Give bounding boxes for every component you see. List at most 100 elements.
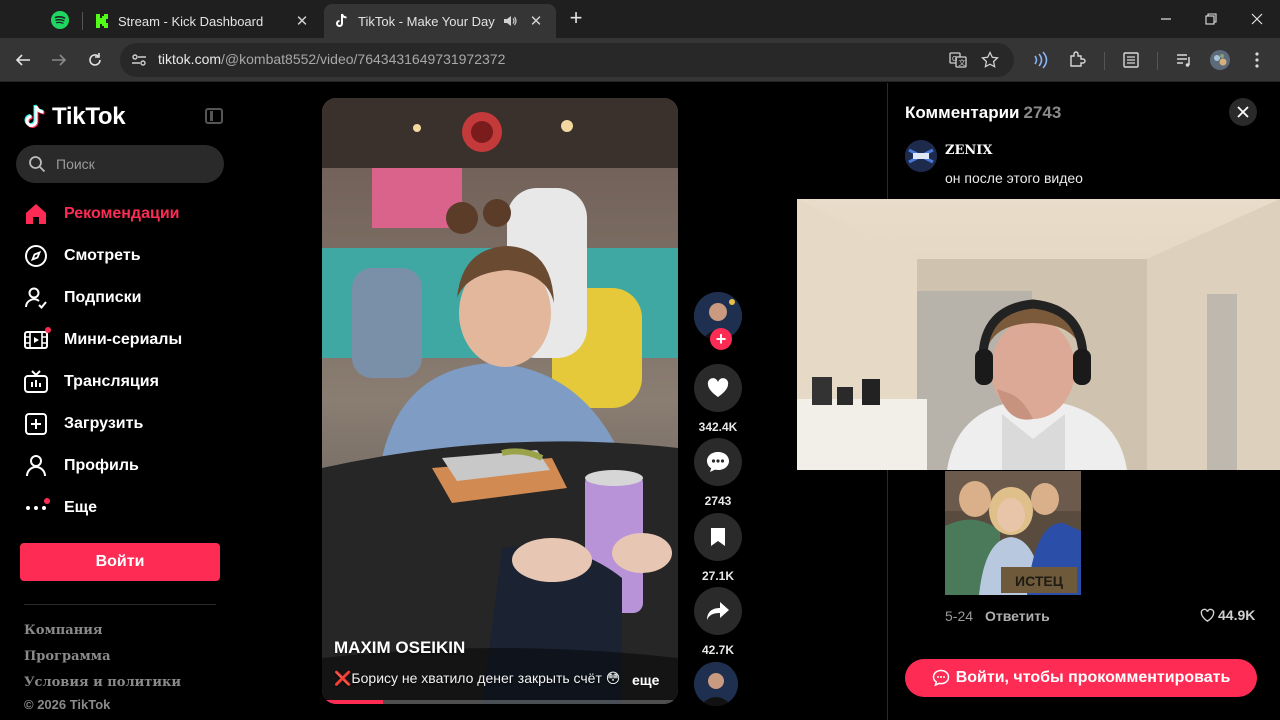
speaker-icon[interactable] bbox=[500, 11, 520, 31]
sidebar-item-label: Загрузить bbox=[64, 415, 144, 432]
reload-icon[interactable] bbox=[83, 48, 107, 72]
share-count: 42.7K bbox=[701, 643, 735, 657]
comment-date: 5-24 bbox=[945, 608, 974, 624]
tab-spotify[interactable] bbox=[43, 6, 77, 34]
reply-link[interactable]: Ответить bbox=[985, 608, 1050, 624]
footer-link-terms[interactable]: Условия и политики bbox=[24, 675, 181, 690]
sidebar-item-profile[interactable]: Профиль bbox=[0, 445, 240, 487]
comment-like-count: 44.9K bbox=[1218, 607, 1256, 623]
tiktok-logo[interactable]: TikTok bbox=[24, 103, 126, 131]
save-button[interactable]: 27.1K bbox=[694, 513, 742, 583]
browser-menu-icon[interactable] bbox=[1247, 50, 1267, 70]
login-button[interactable]: Войти bbox=[20, 543, 220, 581]
live-tv-icon bbox=[24, 370, 48, 394]
sidebar-item-live[interactable]: Трансляция bbox=[0, 361, 240, 403]
translate-icon[interactable]: G文 bbox=[948, 50, 968, 70]
notification-dot bbox=[45, 327, 51, 333]
commenter-username[interactable]: ZENIX bbox=[945, 143, 992, 158]
home-icon bbox=[24, 202, 48, 226]
video-progress-bar[interactable] bbox=[322, 700, 678, 704]
svg-text:文: 文 bbox=[959, 58, 966, 67]
collapse-sidebar-icon[interactable] bbox=[205, 108, 223, 124]
sidebar-divider bbox=[24, 604, 216, 605]
site-settings-icon[interactable] bbox=[130, 51, 148, 69]
video-player[interactable]: MAXIM OSEIKIN ❌Борису не хватило денег з… bbox=[322, 98, 678, 704]
tiktok-logo-text: TikTok bbox=[52, 103, 126, 130]
tab-tiktok[interactable]: TikTok - Make Your Day ✕ bbox=[324, 4, 556, 38]
bookmark-star-icon[interactable] bbox=[980, 50, 1000, 70]
login-to-comment-button[interactable]: Войти, чтобы прокомментировать bbox=[905, 659, 1257, 697]
toolbar-separator bbox=[1157, 52, 1158, 70]
reading-list-icon[interactable] bbox=[1121, 50, 1141, 70]
sidebar-item-explore[interactable]: Смотреть bbox=[0, 235, 240, 277]
window-close-icon[interactable] bbox=[1246, 8, 1268, 30]
new-tab-button[interactable]: + bbox=[565, 7, 587, 30]
search-input[interactable]: Поиск bbox=[16, 145, 224, 183]
webcam-overlay bbox=[797, 199, 1280, 470]
svg-text:G: G bbox=[952, 56, 957, 63]
comments-title-text: Комментарии bbox=[905, 103, 1020, 122]
tab-kick-dashboard[interactable]: Stream - Kick Dashboard ✕ bbox=[84, 4, 322, 38]
comment-image[interactable]: ИСТЕЦ bbox=[945, 471, 1081, 595]
share-button[interactable]: 42.7K bbox=[694, 587, 742, 657]
copyright-text: © 2026 TikTok bbox=[24, 697, 111, 712]
search-icon bbox=[29, 156, 46, 173]
profile-avatar-icon[interactable] bbox=[1210, 50, 1230, 70]
follow-plus-button[interactable]: + bbox=[710, 328, 732, 350]
video-author-name[interactable]: MAXIM OSEIKIN bbox=[334, 638, 465, 658]
sidebar-menu: Рекомендации Смотреть Подписки Мини-сери… bbox=[0, 193, 240, 529]
bookmark-icon bbox=[694, 513, 742, 561]
browser-tab-bar: Stream - Kick Dashboard ✕ TikTok - Make … bbox=[0, 0, 1280, 38]
url-text[interactable]: tiktok.com/@kombat8552/video/76434316497… bbox=[158, 51, 505, 67]
sidebar-item-label: Трансляция bbox=[64, 373, 159, 390]
save-count: 27.1K bbox=[701, 569, 735, 583]
commenter-avatar[interactable] bbox=[905, 140, 937, 172]
video-frame bbox=[322, 98, 678, 704]
tab-close-icon[interactable]: ✕ bbox=[292, 11, 312, 31]
url-path: /@kombat8552/video/7643431649731972372 bbox=[221, 51, 506, 67]
sidebar-item-more[interactable]: Еще bbox=[0, 487, 240, 529]
sidebar-item-following[interactable]: Подписки bbox=[0, 277, 240, 319]
sidebar-item-label: Мини-сериалы bbox=[64, 331, 183, 348]
heart-outline-icon bbox=[1200, 608, 1215, 622]
comment-button[interactable]: 2743 bbox=[694, 438, 742, 508]
heart-icon bbox=[694, 364, 742, 412]
sidebar-item-mini-series[interactable]: Мини-сериалы bbox=[0, 319, 240, 361]
following-icon bbox=[24, 286, 48, 310]
extensions-icon[interactable] bbox=[1067, 50, 1087, 70]
tab-close-icon[interactable]: ✕ bbox=[526, 11, 546, 31]
comment-count: 2743 bbox=[704, 494, 732, 508]
address-bar[interactable]: tiktok.com/@kombat8552/video/76434316497… bbox=[120, 43, 1014, 77]
tiktok-icon bbox=[334, 13, 350, 29]
forward-icon[interactable] bbox=[47, 48, 71, 72]
like-button[interactable]: 342.4K bbox=[694, 364, 742, 434]
browser-toolbar: tiktok.com/@kombat8552/video/76434316497… bbox=[0, 38, 1280, 82]
footer-link-program[interactable]: Программа bbox=[24, 649, 111, 664]
toolbar-separator bbox=[1104, 52, 1105, 70]
comment-like-button[interactable]: 44.9K bbox=[1200, 607, 1255, 623]
sidebar: TikTok Поиск Рекомендации Смотреть Подпи… bbox=[0, 83, 240, 720]
sound-avatar[interactable] bbox=[694, 662, 738, 706]
media-control-icon[interactable] bbox=[1174, 50, 1194, 70]
creator-avatar[interactable]: + bbox=[694, 292, 742, 350]
media-audio-icon[interactable] bbox=[1030, 50, 1050, 70]
sidebar-item-upload[interactable]: Загрузить bbox=[0, 403, 240, 445]
tab-title: Stream - Kick Dashboard bbox=[118, 13, 264, 29]
footer-link-company[interactable]: Компания bbox=[24, 623, 103, 638]
sidebar-item-label: Смотреть bbox=[64, 247, 141, 264]
back-icon[interactable] bbox=[11, 48, 35, 72]
share-icon bbox=[694, 587, 742, 635]
profile-icon bbox=[24, 454, 48, 478]
close-comments-button[interactable] bbox=[1229, 98, 1257, 126]
sidebar-item-label: Профиль bbox=[64, 457, 139, 474]
minimize-icon[interactable] bbox=[1155, 8, 1177, 30]
more-icon bbox=[24, 496, 50, 520]
tiktok-logo-icon bbox=[24, 104, 45, 128]
url-domain: tiktok.com bbox=[158, 51, 222, 67]
search-placeholder: Поиск bbox=[56, 156, 95, 172]
sidebar-item-recommendations[interactable]: Рекомендации bbox=[0, 193, 240, 235]
login-to-comment-label: Войти, чтобы прокомментировать bbox=[955, 669, 1231, 686]
caption-more-link[interactable]: еще bbox=[632, 672, 659, 688]
restore-icon[interactable] bbox=[1200, 8, 1222, 30]
tab-title: TikTok - Make Your Day bbox=[358, 13, 495, 29]
